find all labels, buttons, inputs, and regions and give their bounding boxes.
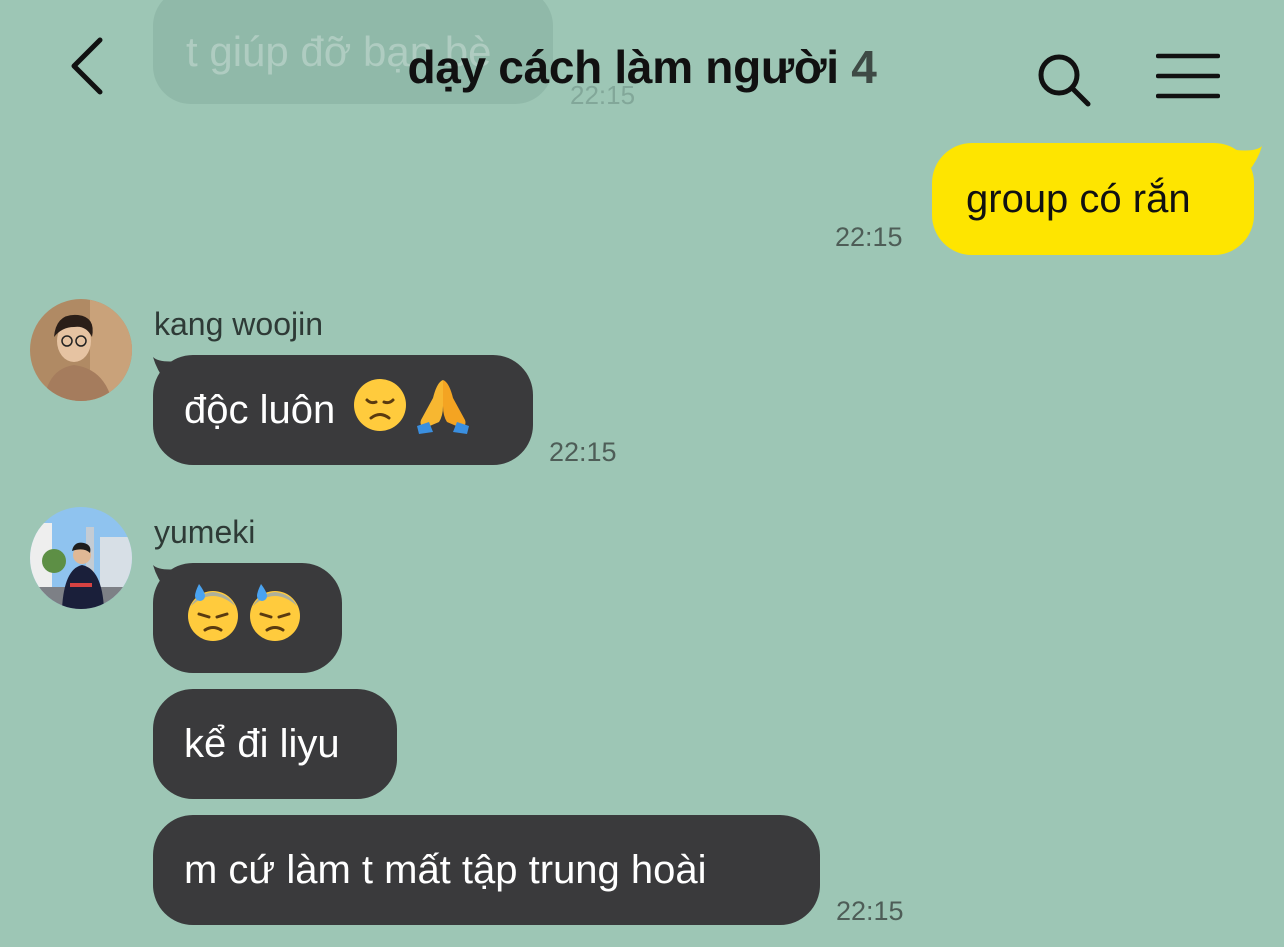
- message-text: kể đi liyu: [184, 721, 340, 766]
- disappointed-face-icon: [353, 378, 407, 442]
- member-count: 4: [851, 41, 877, 93]
- avatar-kang-woojin[interactable]: [30, 299, 132, 401]
- downcast-face-with-sweat-icon: [185, 584, 241, 652]
- incoming-message-bubble[interactable]: độc luôn: [153, 355, 533, 465]
- message-time: 22:15: [836, 896, 904, 926]
- message-time: 22:15: [549, 437, 617, 467]
- outgoing-message-bubble[interactable]: group có rắn: [932, 143, 1254, 255]
- message-text: m cứ làm t mất tập trung hoài: [184, 847, 707, 892]
- message-text: group có rắn: [966, 177, 1191, 221]
- bubble-tail: [1236, 146, 1272, 176]
- message-time: 22:15: [835, 222, 903, 252]
- incoming-message-bubble[interactable]: [153, 563, 342, 673]
- folded-hands-icon: [413, 376, 473, 444]
- search-icon[interactable]: [1034, 50, 1094, 110]
- message-text: độc luôn: [184, 387, 336, 432]
- avatar-yumeki[interactable]: [30, 507, 132, 609]
- incoming-message-bubble[interactable]: m cứ làm t mất tập trung hoài: [153, 815, 820, 925]
- incoming-message-bubble[interactable]: kể đi liyu: [153, 689, 397, 799]
- menu-icon[interactable]: [1155, 52, 1221, 100]
- chat-title-text: dạy cách làm người: [407, 41, 839, 93]
- downcast-face-with-sweat-icon: [247, 584, 303, 652]
- sender-name: kang woojin: [154, 306, 323, 342]
- sender-name: yumeki: [154, 514, 256, 550]
